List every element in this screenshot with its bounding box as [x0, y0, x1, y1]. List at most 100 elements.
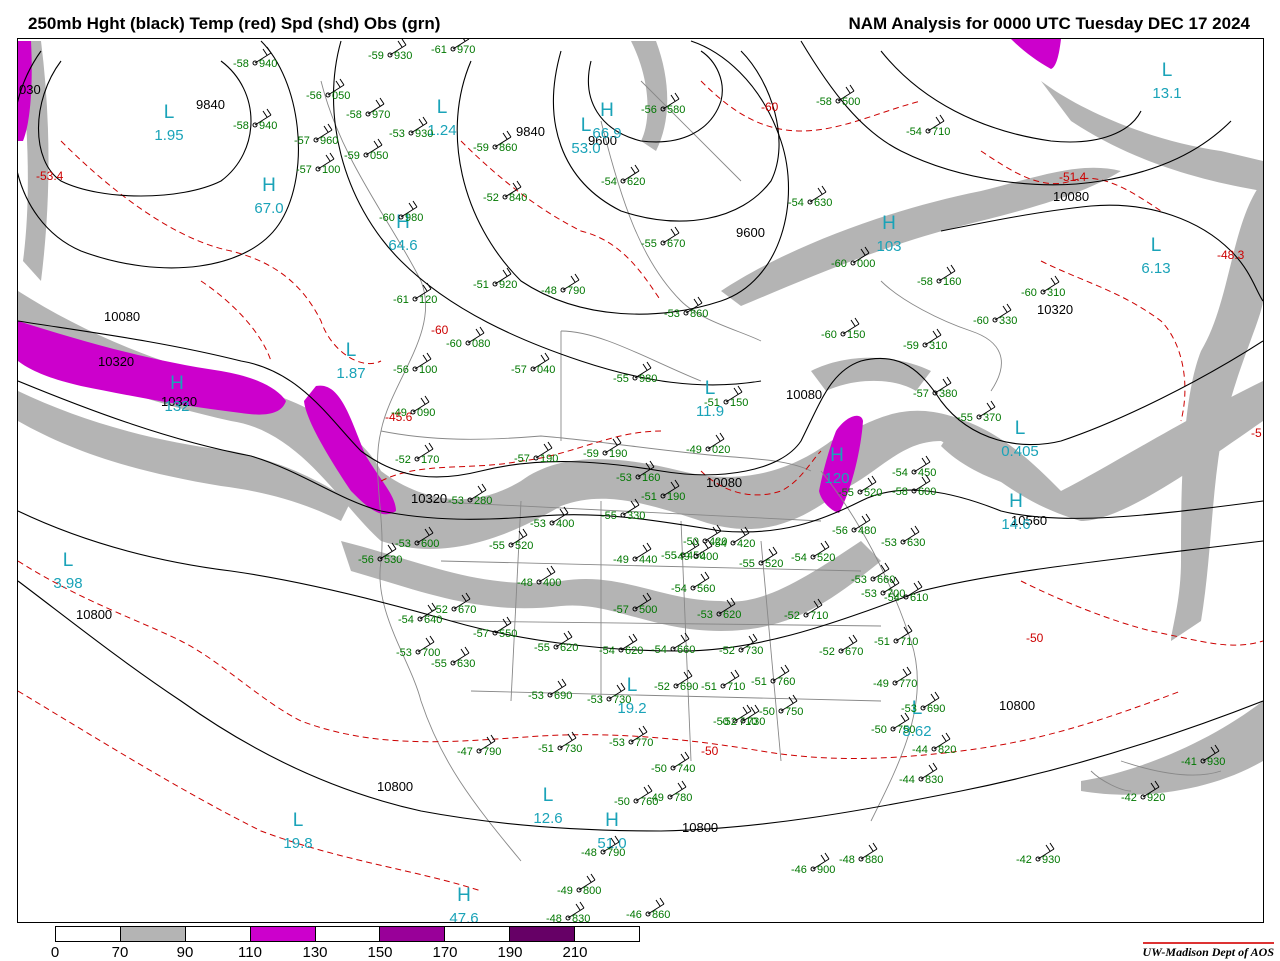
colorbar-segment — [250, 927, 316, 941]
center-letter-h: H — [605, 810, 619, 831]
obs-height: 500 — [639, 604, 657, 616]
center-letter-h: H — [262, 175, 276, 196]
obs-temp: -53 — [851, 574, 867, 586]
obs-temp: -53 — [396, 647, 412, 659]
colorbar-segment — [380, 927, 446, 941]
station-obs: -57 190 — [514, 441, 558, 465]
obs-temp: -57 — [473, 628, 489, 640]
station-obs: -53 690 — [901, 691, 945, 715]
station-obs: -52 670 — [819, 634, 863, 658]
obs-temp: -58 — [233, 120, 249, 132]
obs-height: 620 — [625, 645, 643, 657]
obs-height: 780 — [674, 792, 692, 804]
temp-label: -60 — [431, 323, 449, 337]
obs-height: 530 — [384, 554, 402, 566]
station-obs: -51 710 — [701, 669, 745, 693]
station-obs: -54 620 — [601, 164, 645, 188]
obs-temp: -60 — [821, 329, 837, 341]
obs-temp: -60 — [831, 258, 847, 270]
station-obs: -58 940 — [233, 108, 277, 132]
station-obs: -58 160 — [917, 264, 961, 288]
obs-height: 760 — [640, 796, 658, 808]
obs-temp: -50 — [871, 724, 887, 736]
obs-height: 440 — [639, 554, 657, 566]
chart-title: 250mb Hght (black) Temp (red) Spd (shd) … — [28, 14, 441, 33]
obs-temp: -57 — [913, 388, 929, 400]
station-obs: -57 100 — [296, 152, 340, 176]
station-obs: -60 330 — [973, 303, 1017, 327]
station-obs: -54 450 — [892, 455, 936, 479]
station-obs: -48 790 — [541, 273, 585, 297]
center-value: 6.13 — [1141, 260, 1170, 277]
station-obs: -55 370 — [957, 400, 1001, 424]
center-value: 67.0 — [254, 200, 283, 217]
station-obs: -46 860 — [626, 897, 670, 921]
station-obs: -52 170 — [395, 442, 439, 466]
obs-temp: -53 — [616, 472, 632, 484]
height-label: 10800 — [682, 820, 718, 835]
center-value: 47.6 — [449, 910, 478, 922]
obs-temp: -59 — [473, 142, 489, 154]
obs-height: 670 — [845, 646, 863, 658]
obs-temp: -53 — [697, 609, 713, 621]
obs-height: 930 — [1042, 854, 1060, 866]
obs-temp: -54 — [892, 467, 908, 479]
obs-temp: -44 — [912, 744, 928, 756]
obs-height: 790 — [607, 847, 625, 859]
obs-height: 050 — [332, 90, 350, 102]
obs-temp: -54 — [651, 644, 667, 656]
obs-height: 750 — [785, 706, 803, 718]
temp-label: -50 — [701, 744, 719, 758]
obs-height: 000 — [857, 258, 875, 270]
obs-height: 690 — [927, 703, 945, 715]
obs-temp: -48 — [839, 854, 855, 866]
obs-temp: -54 — [906, 126, 922, 138]
obs-height: 100 — [322, 164, 340, 176]
obs-temp: -51 — [874, 636, 890, 648]
obs-temp: -57 — [294, 135, 310, 147]
station-obs: -55 520 — [739, 546, 783, 570]
obs-temp: -52 — [819, 646, 835, 658]
station-obs: -57 550 — [473, 616, 517, 640]
center-letter-l: L — [1151, 235, 1162, 256]
center-letter-h: H — [830, 445, 844, 466]
obs-height: 090 — [417, 407, 435, 419]
obs-height: 690 — [680, 681, 698, 693]
obs-height: 310 — [1047, 287, 1065, 299]
obs-height: 930 — [1207, 756, 1225, 768]
height-label: 10320 — [1037, 302, 1073, 317]
obs-temp: -56 — [393, 364, 409, 376]
station-obs: -49 800 — [557, 873, 601, 897]
station-obs: -51 710 — [874, 624, 918, 648]
station-obs: -52 840 — [483, 180, 527, 204]
obs-temp: -55 — [641, 238, 657, 250]
center-value: 19.8 — [283, 835, 312, 852]
obs-temp: -58 — [346, 109, 362, 121]
station-obs: -56 100 — [393, 352, 437, 376]
temp-label: -5 — [1251, 426, 1262, 440]
obs-temp: -44 — [899, 774, 915, 786]
credit-label: UW-Madison Dept of AOS — [1142, 942, 1274, 960]
obs-temp: -52 — [721, 716, 737, 728]
station-obs: -51 920 — [473, 267, 517, 291]
obs-height: 500 — [842, 96, 860, 108]
temp-label: -48.3 — [1217, 248, 1245, 262]
station-obs: -57 960 — [294, 123, 338, 147]
obs-height: 120 — [419, 294, 437, 306]
obs-height: 480 — [858, 525, 876, 537]
obs-height: 970 — [457, 44, 475, 56]
obs-height: 310 — [929, 340, 947, 352]
center-value: 132 — [164, 398, 189, 415]
obs-height: 710 — [900, 636, 918, 648]
center-value: 120 — [824, 470, 849, 487]
obs-height: 170 — [421, 454, 439, 466]
obs-height: 620 — [627, 176, 645, 188]
station-obs: -59 310 — [903, 328, 947, 352]
obs-temp: -53 — [448, 495, 464, 507]
obs-height: 370 — [983, 412, 1001, 424]
colorbar-tick-label: 130 — [302, 944, 328, 961]
obs-height: 630 — [814, 197, 832, 209]
obs-temp: -55 — [838, 487, 854, 499]
temp-label: -50 — [1026, 631, 1044, 645]
obs-height: 730 — [747, 716, 765, 728]
